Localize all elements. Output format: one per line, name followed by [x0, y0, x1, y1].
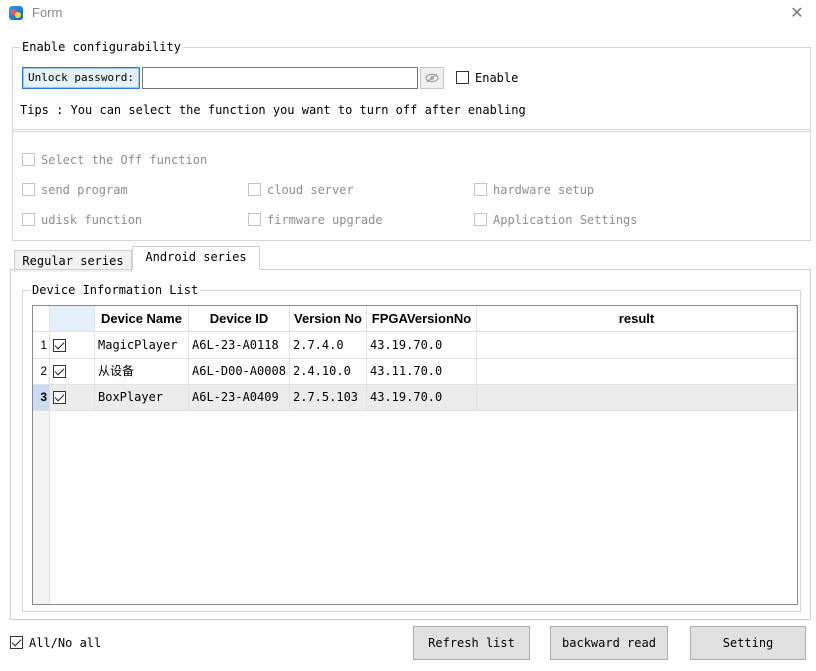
- udisk-function-checkbox[interactable]: [22, 213, 35, 226]
- app-icon: [9, 6, 23, 20]
- cell-device-id: A6L-23-A0118: [189, 333, 290, 359]
- close-icon: ✕: [790, 3, 804, 22]
- cell-device-name: 从设备: [95, 359, 189, 385]
- eye-icon: [425, 73, 439, 83]
- row-number: 2: [33, 359, 50, 385]
- close-button[interactable]: ✕: [786, 2, 808, 24]
- window-title: Form: [32, 5, 63, 20]
- show-password-button[interactable]: [420, 67, 444, 89]
- grid-header-row: Device Name Device ID Version No FPGAVer…: [33, 306, 797, 332]
- firmware-upgrade-label: firmware upgrade: [267, 213, 383, 227]
- tab-android-series[interactable]: Android series: [132, 246, 260, 270]
- cloud-server-label: cloud server: [267, 183, 354, 197]
- column-header-version-no[interactable]: Version No: [290, 306, 367, 332]
- cell-fpga-version-no: 43.19.70.0: [367, 333, 477, 359]
- row-checkbox[interactable]: [53, 339, 66, 352]
- tips-text: Tips : You can select the function you w…: [20, 103, 526, 117]
- row-checkbox-cell[interactable]: [50, 333, 95, 359]
- udisk-function-label: udisk function: [41, 213, 143, 227]
- cell-device-name: MagicPlayer: [95, 333, 189, 359]
- cell-device-id: A6L-23-A0409: [189, 385, 290, 411]
- cloud-server-checkbox[interactable]: [248, 183, 261, 196]
- unlock-password-button[interactable]: Unlock password:: [22, 67, 140, 89]
- enable-checkbox[interactable]: [456, 71, 469, 84]
- row-number: 1: [33, 333, 50, 359]
- application-settings-checkbox[interactable]: [474, 213, 487, 226]
- all-no-all-checkbox[interactable]: [10, 636, 23, 649]
- title-bar: Form ✕: [0, 0, 816, 26]
- grid-corner-cell: [33, 306, 50, 332]
- cell-device-name: BoxPlayer: [95, 385, 189, 411]
- column-header-device-name[interactable]: Device Name: [95, 306, 189, 332]
- cell-device-id: A6L-D00-A0008: [189, 359, 290, 385]
- refresh-list-button[interactable]: Refresh list: [413, 626, 530, 660]
- send-program-checkbox[interactable]: [22, 183, 35, 196]
- row-header-strip: [33, 411, 50, 604]
- grid-header-check[interactable]: [50, 306, 95, 332]
- cell-fpga-version-no: 43.19.70.0: [367, 385, 477, 411]
- enable-label: Enable: [475, 71, 519, 85]
- row-checkbox-cell[interactable]: [50, 385, 95, 411]
- table-row-selected[interactable]: 3 BoxPlayer A6L-23-A0409 2.7.5.103 43.19…: [33, 385, 797, 411]
- row-checkbox[interactable]: [53, 365, 66, 378]
- device-grid[interactable]: Device Name Device ID Version No FPGAVer…: [32, 305, 798, 605]
- row-checkbox[interactable]: [53, 391, 66, 404]
- device-list-group-label: Device Information List: [30, 283, 201, 297]
- cell-version-no: 2.7.5.103: [290, 385, 367, 411]
- table-row[interactable]: 2 从设备 A6L-D00-A0008 2.4.10.0 43.11.70.0: [33, 359, 797, 385]
- cell-version-no: 2.7.4.0: [290, 333, 367, 359]
- table-row[interactable]: 1 MagicPlayer A6L-23-A0118 2.7.4.0 43.19…: [33, 333, 797, 359]
- firmware-upgrade-checkbox[interactable]: [248, 213, 261, 226]
- application-settings-label: Application Settings: [493, 213, 638, 227]
- column-header-device-id[interactable]: Device ID: [189, 306, 290, 332]
- cell-fpga-version-no: 43.11.70.0: [367, 359, 477, 385]
- row-number: 3: [33, 385, 50, 411]
- cell-result: [477, 359, 797, 385]
- select-off-function-label: Select the Off function: [41, 153, 208, 167]
- hardware-setup-checkbox[interactable]: [474, 183, 487, 196]
- cell-version-no: 2.4.10.0: [290, 359, 367, 385]
- all-no-all-label: All/No all: [29, 636, 102, 650]
- backward-read-button[interactable]: backward read: [550, 626, 668, 660]
- hardware-setup-label: hardware setup: [493, 183, 595, 197]
- select-off-function-checkbox[interactable]: [22, 153, 35, 166]
- config-group-label: Enable configurability: [20, 40, 183, 54]
- send-program-label: send program: [41, 183, 128, 197]
- row-checkbox-cell[interactable]: [50, 359, 95, 385]
- cell-result: [477, 385, 797, 411]
- column-header-result[interactable]: result: [477, 306, 797, 332]
- column-header-fpga-version-no[interactable]: FPGAVersionNo: [367, 306, 477, 332]
- setting-button[interactable]: Setting: [690, 626, 806, 660]
- cell-result: [477, 333, 797, 359]
- password-input[interactable]: [142, 67, 418, 89]
